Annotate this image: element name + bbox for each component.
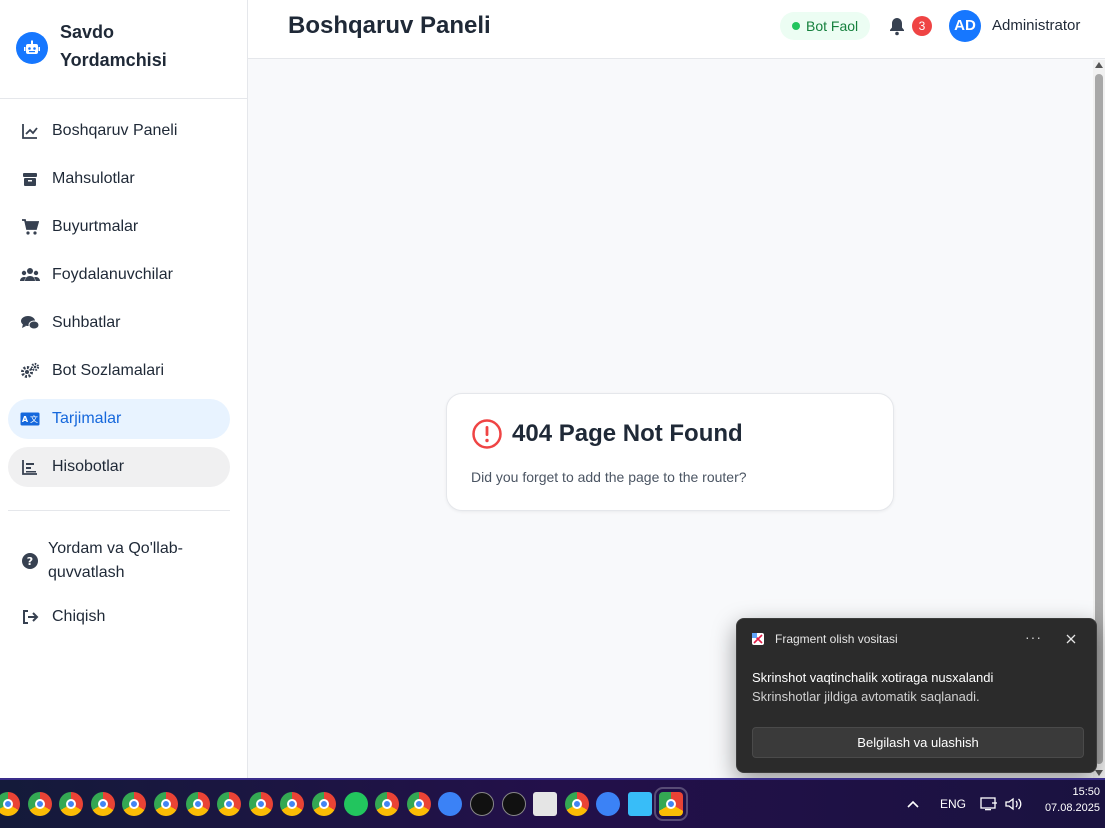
chevron-up-icon[interactable] — [906, 780, 922, 828]
chrome-icon[interactable] — [311, 792, 336, 816]
bell-icon[interactable] — [888, 16, 908, 36]
scroll-up-arrow-icon[interactable] — [1095, 62, 1103, 68]
sidebar-item-label: Suhbatlar — [52, 314, 121, 331]
svg-text:文: 文 — [30, 414, 38, 424]
line-chart-icon — [20, 121, 40, 141]
sidebar-item-hisobotlar[interactable]: Hisobotlar — [8, 447, 230, 487]
chrome-icon[interactable] — [185, 792, 210, 816]
scroll-down-arrow-icon[interactable] — [1095, 770, 1103, 776]
sidebar-item-label: Tarjimalar — [52, 410, 122, 427]
chrome-icon[interactable] — [248, 792, 273, 816]
notification-count-badge: 3 — [912, 16, 932, 36]
edge-icon[interactable] — [438, 792, 463, 816]
bot-status-text: Bot Faol — [806, 18, 859, 34]
brand-name: Savdo Yordamchisi — [60, 22, 167, 70]
chrome-icon[interactable] — [564, 792, 589, 816]
docker-icon[interactable] — [596, 792, 621, 816]
robot-icon — [16, 32, 48, 64]
chrome-icon[interactable] — [217, 792, 242, 816]
question-icon: ? — [20, 551, 40, 571]
windows-taskbar: ENG 15:50 07.08.2025 — [0, 778, 1105, 828]
chat-icon — [20, 313, 40, 333]
error-card: 404 Page Not Found Did you forget to add… — [446, 393, 894, 511]
chrome-icon[interactable] — [90, 792, 115, 816]
sidebar-item-mahsulotlar[interactable]: Mahsulotlar — [8, 159, 230, 199]
chrome-icon[interactable] — [375, 792, 400, 816]
taskbar-apps — [0, 787, 691, 821]
avatar[interactable]: AD — [949, 10, 981, 42]
clock-date: 07.08.2025 — [1044, 802, 1100, 814]
obs-icon[interactable] — [501, 792, 526, 816]
capcut-icon[interactable] — [533, 792, 558, 816]
error-card-header: 404 Page Not Found — [471, 418, 743, 450]
chrome-icon[interactable] — [280, 792, 305, 816]
sidebar-item-bot-sozlamalari[interactable]: Bot Sozlamalari — [8, 351, 230, 391]
sidebar-item-suhbatlar[interactable]: Suhbatlar — [8, 303, 230, 343]
sidebar-item-label: Chiqish — [52, 608, 106, 625]
chrome-icon[interactable] — [59, 792, 84, 816]
toast-app-name: Fragment olish vositasi — [775, 632, 898, 646]
error-description: Did you forget to add the page to the ro… — [471, 469, 747, 485]
chrome-icon[interactable] — [27, 792, 52, 816]
chrome-icon[interactable] — [122, 792, 147, 816]
sidebar-item-boshqaruv-paneli[interactable]: Boshqaruv Paneli — [8, 111, 230, 151]
status-dot-icon — [792, 22, 800, 30]
sidebar-item-label: Mahsulotlar — [52, 170, 135, 187]
sidebar-item-label: Buyurtmalar — [52, 218, 139, 235]
toast-app-header: Fragment olish vositasi — [751, 632, 898, 646]
sidebar-item-label: Foydalanuvchilar — [52, 266, 173, 283]
box-icon — [20, 169, 40, 189]
chrome-icon[interactable] — [406, 792, 431, 816]
toast-title: Skrinshot vaqtinchalik xotiraga nusxalan… — [752, 670, 994, 685]
clock-time: 15:50 — [1072, 786, 1100, 798]
sidebar-item-foydalanuvchilar[interactable]: Foydalanuvchilar — [8, 255, 230, 295]
user-name[interactable]: Administrator — [992, 17, 1080, 34]
sidebar-item-help[interactable]: ? Yordam va Qo'llab-quvvatlash — [8, 533, 230, 589]
snipping-tool-toast[interactable]: Fragment olish vositasi ··· Skrinshot va… — [736, 618, 1097, 773]
chrome-icon[interactable] — [153, 792, 178, 816]
chrome-icon[interactable] — [654, 787, 689, 821]
sidebar-item-label: Bot Sozlamalari — [52, 362, 165, 379]
sidebar-nav: Boshqaruv Paneli Mahsulotlar Buyurtmalar… — [0, 99, 247, 637]
brand: Savdo Yordamchisi — [0, 0, 247, 99]
sidebar-item-buyurtmalar[interactable]: Buyurtmalar — [8, 207, 230, 247]
users-icon — [20, 265, 40, 285]
exclamation-circle-icon — [471, 418, 503, 450]
svg-text:?: ? — [27, 555, 33, 568]
sidebar-divider — [8, 510, 230, 511]
error-title: 404 Page Not Found — [512, 420, 743, 447]
chrome-icon[interactable] — [0, 792, 20, 816]
sidebar-item-label: Yordam va Qo'llab-quvvatlash — [48, 540, 183, 581]
top-header: Boshqaruv Paneli Bot Faol 3 AD Administr… — [248, 0, 1105, 59]
app-icon[interactable] — [343, 792, 368, 816]
sidebar: Savdo Yordamchisi Boshqaruv Paneli Mahsu… — [0, 0, 248, 778]
markup-and-share-button[interactable]: Belgilash va ulashish — [752, 727, 1084, 758]
toast-body: Skrinshotlar jildiga avtomatik saqlanadi… — [752, 689, 980, 704]
bar-chart-icon — [20, 457, 40, 477]
notepad-icon[interactable] — [627, 792, 652, 816]
logout-icon — [20, 607, 40, 627]
snipping-tool-icon — [751, 632, 765, 646]
sidebar-item-label: Boshqaruv Paneli — [52, 122, 178, 139]
more-options-icon[interactable]: ··· — [1025, 629, 1042, 645]
language-indicator[interactable]: ENG — [940, 780, 966, 828]
bot-status-badge: Bot Faol — [780, 12, 871, 40]
gears-icon — [20, 361, 40, 381]
chatgpt-icon[interactable] — [469, 792, 494, 816]
sidebar-item-logout[interactable]: Chiqish — [8, 597, 230, 637]
system-clock[interactable]: 15:50 07.08.2025 — [1030, 784, 1100, 816]
volume-icon[interactable] — [1004, 780, 1024, 828]
close-icon[interactable] — [1063, 631, 1079, 647]
cart-icon — [20, 217, 40, 237]
page-title: Boshqaruv Paneli — [288, 12, 491, 39]
sidebar-item-label: Hisobotlar — [52, 458, 125, 475]
network-icon[interactable] — [980, 780, 998, 828]
language-icon: A文 — [20, 409, 40, 429]
svg-text:A: A — [22, 415, 29, 424]
sidebar-item-tarjimalar[interactable]: A文 Tarjimalar — [8, 399, 230, 439]
